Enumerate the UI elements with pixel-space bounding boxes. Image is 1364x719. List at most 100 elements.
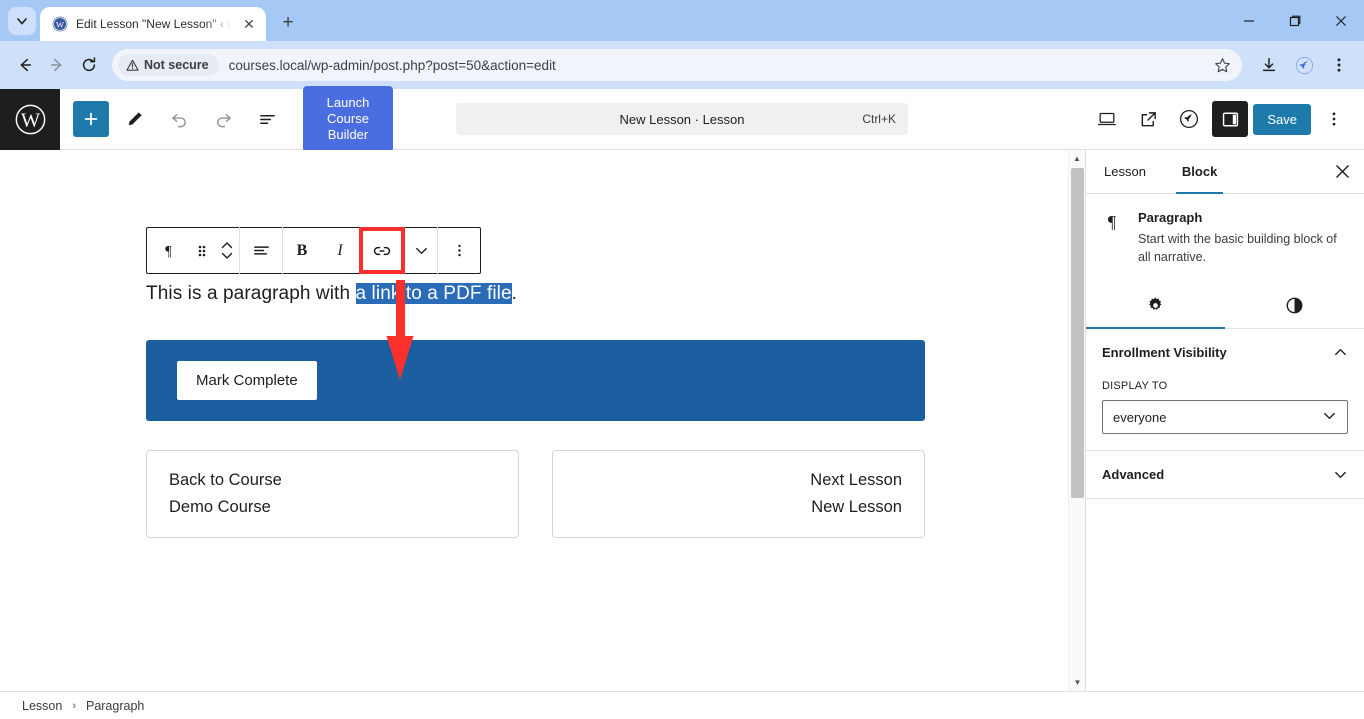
editor-footer: Lesson › Paragraph [0,691,1364,719]
lesson-navigation: Back to Course Demo Course Next Lesson N… [146,450,925,538]
security-status-badge[interactable]: Not secure [118,54,219,76]
paragraph-block[interactable]: This is a paragraph with a link to a PDF… [146,283,517,305]
reload-button[interactable] [74,50,104,80]
block-toolbar: ¶ B I [146,227,481,274]
tab-lesson[interactable]: Lesson [1086,150,1164,193]
breadcrumb-paragraph[interactable]: Paragraph [86,699,144,713]
tab-search-button[interactable] [8,7,36,35]
scroll-up-arrow[interactable]: ▲ [1069,150,1085,167]
bookmark-star-icon[interactable] [1210,53,1234,77]
mark-complete-button[interactable]: Mark Complete [177,361,317,400]
back-to-course-title: Demo Course [169,498,271,516]
block-info-title: Paragraph [1138,210,1203,225]
canvas-scrollbar[interactable]: ▲ ▼ [1068,150,1085,691]
document-title-bar[interactable]: New Lesson · Lesson Ctrl+K [456,103,908,135]
launch-course-builder-button[interactable]: Launch Course Builder [303,86,393,152]
tab-title: Edit Lesson "New Lesson" ‹ cou [76,17,232,31]
selected-link-text[interactable]: a link to a PDF file [355,283,512,304]
scrollbar-thumb[interactable] [1071,168,1084,498]
settings-sidebar-toggle[interactable] [1212,101,1249,137]
rocket-extension-icon[interactable] [1289,50,1319,80]
chrome-menu-icon[interactable] [1324,50,1354,80]
back-button[interactable] [10,50,40,80]
tab-close-icon[interactable]: ✕ [240,15,258,33]
paragraph-icon: ¶ [1102,210,1126,266]
add-block-button[interactable] [73,101,109,137]
editor-more-options-icon[interactable] [1316,101,1352,137]
styles-contrast-icon[interactable] [1225,282,1364,328]
browser-tab-active[interactable]: W Edit Lesson "New Lesson" ‹ cou ✕ [40,7,266,41]
block-options-icon[interactable] [438,228,480,273]
address-bar[interactable]: Not secure courses.local/wp-admin/post.p… [112,49,1242,81]
list-view-button[interactable] [249,101,285,137]
browser-toolbar: Not secure courses.local/wp-admin/post.p… [0,41,1364,89]
window-controls [1226,0,1364,41]
security-status-label: Not secure [144,58,209,72]
settings-gear-icon[interactable] [1086,282,1225,330]
panel-enrollment-visibility-header[interactable]: Enrollment Visibility [1102,345,1348,360]
back-to-course-card[interactable]: Back to Course Demo Course [146,450,519,538]
forward-button[interactable] [42,50,72,80]
panel-title: Advanced [1102,467,1165,483]
panel-advanced: Advanced [1086,451,1364,500]
tab-block[interactable]: Block [1164,150,1235,194]
wordpress-logo[interactable]: W [0,88,60,150]
display-to-label: DISPLAY TO [1102,380,1168,393]
window-minimize-button[interactable] [1226,0,1272,41]
editor-canvas[interactable]: ¶ B I This is a paragraph with a link to… [0,150,1085,691]
next-lesson-card[interactable]: Next Lesson New Lesson [552,450,925,538]
block-type-paragraph-icon[interactable]: ¶ [147,228,189,273]
chevron-down-icon[interactable] [220,251,234,260]
chevron-up-icon[interactable] [220,241,234,250]
scroll-down-arrow[interactable]: ▼ [1069,674,1085,691]
jetpack-icon[interactable] [1171,101,1207,137]
mark-complete-block[interactable]: Mark Complete [146,340,925,421]
panel-title: Enrollment Visibility [1102,345,1227,361]
new-tab-button[interactable]: + [274,9,302,37]
breadcrumb-separator: › [72,699,76,712]
svg-text:W: W [20,109,40,131]
block-mover[interactable] [215,228,239,273]
format-group: B I [283,227,437,274]
breadcrumb-lesson[interactable]: Lesson [22,699,62,713]
display-to-select[interactable]: everyone [1102,400,1348,435]
close-sidebar-icon[interactable] [1320,150,1364,193]
redo-button[interactable] [205,101,241,137]
italic-label: I [337,241,343,259]
desktop-preview-icon[interactable] [1089,101,1125,137]
align-group [240,228,282,273]
window-close-button[interactable] [1318,0,1364,41]
sidebar-icon-tabs [1086,282,1364,330]
chevron-down-icon[interactable] [1333,467,1348,482]
save-button[interactable]: Save [1253,103,1311,135]
sidebar-tab-bar: Lesson Block [1086,150,1364,194]
window-maximize-button[interactable] [1272,0,1318,41]
editor-header: W Launch Course Builder New Lesson · Les… [0,86,1364,152]
chevron-down-icon [17,18,27,25]
align-text-icon[interactable] [240,228,282,273]
panel-advanced-header[interactable]: Advanced [1102,467,1348,482]
wordpress-editor: W Launch Course Builder New Lesson · Les… [0,86,1364,719]
back-to-course-label: Back to Course [169,471,282,489]
edit-tool-button[interactable] [117,101,153,137]
bold-button[interactable]: B [283,228,321,273]
italic-button[interactable]: I [321,228,359,273]
external-link-icon[interactable] [1130,101,1166,137]
address-bar-url: courses.local/wp-admin/post.php?post=50&… [228,57,556,73]
svg-text:¶: ¶ [1108,212,1116,232]
more-formats-button[interactable] [405,228,437,273]
panel-enrollment-visibility: Enrollment Visibility DISPLAY TO everyon… [1086,329,1364,452]
editor-right-tools: Save [1089,101,1364,137]
drag-handle-icon[interactable] [189,228,215,273]
next-lesson-label: Next Lesson [810,471,902,489]
display-to-value: everyone [1113,409,1167,425]
browser-window: W Edit Lesson "New Lesson" ‹ cou ✕ + Not… [0,0,1364,719]
block-info-description: Start with the basic building block of a… [1138,232,1337,265]
link-button[interactable] [359,227,405,274]
document-title: New Lesson · Lesson [619,111,745,127]
svg-text:W: W [55,19,64,29]
download-icon[interactable] [1254,50,1284,80]
chevron-up-icon[interactable] [1333,345,1348,360]
block-type-group: ¶ [147,228,239,273]
undo-button[interactable] [161,101,197,137]
